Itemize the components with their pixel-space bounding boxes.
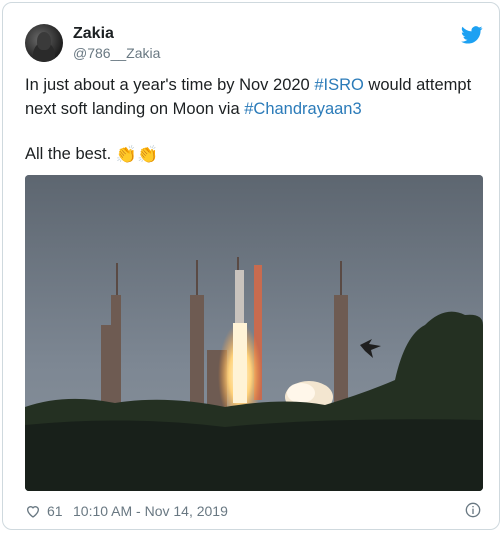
hashtag-isro[interactable]: #ISRO <box>314 76 364 94</box>
tweet-text-part: In just about a year's time by Nov 2020 <box>25 76 315 94</box>
like-count[interactable]: 61 <box>47 503 63 519</box>
heart-icon[interactable] <box>25 503 41 519</box>
tweet-text-line2: All the best. 👏👏 <box>25 142 158 167</box>
clapping-hands-emoji: 👏👏 <box>115 144 159 164</box>
twitter-bird-icon[interactable] <box>461 26 483 44</box>
tweet-text: In just about a year's time by Nov 2020 … <box>25 73 485 121</box>
tweet-footer: 61 10:10 AM - Nov 14, 2019 <box>25 502 485 522</box>
user-handle[interactable]: @786__Zakia <box>73 45 160 61</box>
info-icon[interactable] <box>465 502 481 518</box>
avatar[interactable] <box>25 24 63 62</box>
tweet-timestamp[interactable]: 10:10 AM - Nov 14, 2019 <box>73 503 228 519</box>
tweet-card[interactable]: Zakia @786__Zakia In just about a year's… <box>2 2 500 530</box>
user-name[interactable]: Zakia <box>73 25 114 43</box>
hashtag-chandrayaan3[interactable]: #Chandrayaan3 <box>244 100 361 118</box>
tweet-text-part: All the best. <box>25 145 112 163</box>
rocket-launch-photo[interactable] <box>25 175 483 491</box>
